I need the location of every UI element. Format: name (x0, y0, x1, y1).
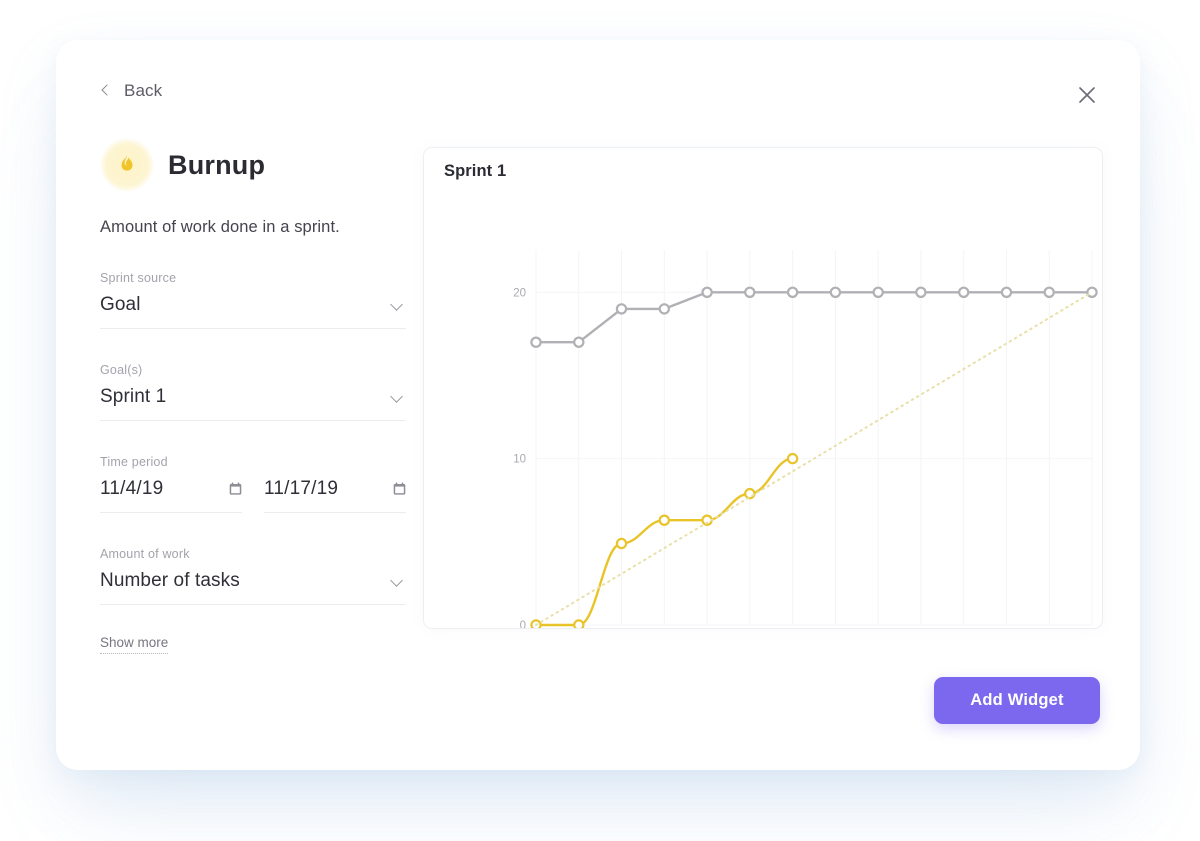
flame-icon (100, 138, 154, 192)
goals-label: Goal(s) (100, 363, 143, 377)
chevron-down-icon (390, 390, 404, 404)
data-point-marker[interactable] (573, 336, 585, 348)
end-date-value: 11/17/19 (264, 478, 339, 499)
field-goals: Goal(s) Sprint 1 (100, 363, 406, 421)
data-point-marker[interactable] (615, 303, 628, 315)
flame-glyph (121, 154, 133, 171)
goals-value: Sprint 1 (100, 386, 167, 407)
sprint-source-value: Goal (100, 294, 141, 315)
amount-of-work-value: Number of tasks (100, 570, 240, 591)
y-axis-tick-label: 20 (513, 287, 526, 299)
chevron-down-icon (390, 574, 404, 588)
data-point-marker[interactable] (573, 619, 585, 628)
y-axis-tick-label: 0 (520, 620, 526, 628)
start-date-value: 11/4/19 (100, 478, 164, 499)
screen: Back Burnup Amount of work done in a spr… (0, 0, 1200, 841)
data-point-marker[interactable] (1043, 286, 1055, 298)
goals-select[interactable]: Sprint 1 (100, 386, 406, 421)
calendar-icon[interactable] (229, 482, 242, 496)
data-point-marker[interactable] (1000, 286, 1013, 298)
calendar-icon[interactable] (393, 482, 406, 496)
data-point-marker[interactable] (658, 303, 670, 315)
widget-config-modal: Back Burnup Amount of work done in a spr… (66, 48, 1132, 760)
end-date-input[interactable]: 11/17/19 (264, 478, 406, 513)
data-point-marker[interactable] (615, 537, 628, 550)
back-button-label: Back (124, 81, 163, 100)
sprint-source-select[interactable]: Goal (100, 294, 406, 329)
widget-description: Amount of work done in a sprint. (100, 218, 340, 236)
y-axis-tick-label: 10 (513, 454, 526, 466)
data-point-marker[interactable] (872, 286, 884, 298)
data-point-marker[interactable] (829, 286, 842, 298)
close-icon (1079, 87, 1095, 103)
back-button[interactable]: Back (100, 81, 162, 101)
data-point-marker[interactable] (786, 452, 799, 465)
data-point-marker[interactable] (658, 514, 670, 526)
data-point-marker[interactable] (744, 286, 756, 298)
field-sprint-source: Sprint source Goal (100, 271, 406, 329)
data-point-marker[interactable] (915, 286, 927, 298)
time-period-label: Time period (100, 455, 168, 469)
page-title: Burnup (168, 149, 266, 180)
amount-of-work-label: Amount of work (100, 547, 190, 561)
add-widget-button[interactable]: Add Widget (934, 677, 1100, 724)
data-point-marker[interactable] (1086, 286, 1098, 298)
data-point-marker[interactable] (786, 286, 799, 298)
chevron-down-icon (390, 298, 404, 312)
data-point-marker[interactable] (744, 487, 756, 500)
close-button[interactable] (1068, 76, 1106, 114)
data-point-marker[interactable] (958, 286, 970, 298)
data-point-marker[interactable] (530, 336, 542, 348)
time-period-row: 11/4/19 11/17/19 (100, 478, 406, 513)
chevron-left-icon (100, 85, 112, 97)
field-time-period: Time period 11/4/19 11/17/19 (100, 455, 406, 513)
data-point-marker[interactable] (701, 286, 713, 298)
start-date-input[interactable]: 11/4/19 (100, 478, 242, 513)
config-panel: Burnup Amount of work done in a sprint. … (100, 138, 406, 654)
burnup-chart: 010204 Nov17 Nov (513, 250, 1098, 628)
amount-of-work-select[interactable]: Number of tasks (100, 570, 406, 605)
field-amount-of-work: Amount of work Number of tasks (100, 547, 406, 605)
chart-card: Sprint 1 010204 Nov17 Nov (424, 148, 1102, 628)
sprint-source-label: Sprint source (100, 271, 177, 285)
series-line-scope (534, 291, 1094, 344)
widget-header: Burnup (100, 138, 406, 192)
show-more-link[interactable]: Show more (100, 635, 169, 654)
